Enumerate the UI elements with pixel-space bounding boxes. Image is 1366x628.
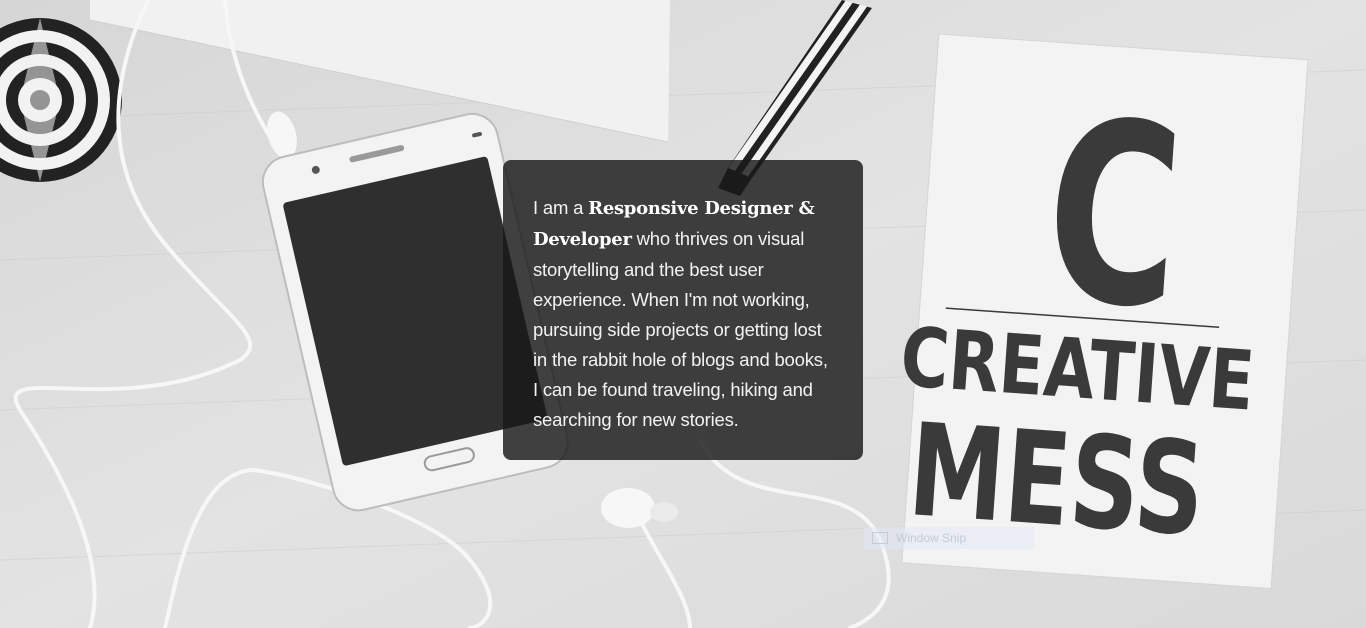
about-highlight-role: Responsive Designer & [588, 198, 815, 219]
hero-section: C CREATIVE MESS I am a Responsive Design… [0, 0, 1366, 628]
about-highlight-developer: Developer [533, 229, 632, 250]
about-intro: I am a [533, 197, 589, 218]
window-snip-label: Window Snip [896, 531, 967, 545]
about-body: who thrives on visual storytelling and t… [533, 228, 828, 430]
window-snip-overlay[interactable]: Window Snip [864, 527, 1034, 549]
about-card: I am a Responsive Designer & Developer wh… [503, 160, 863, 460]
notebook-illustration: C CREATIVE MESS [898, 33, 1309, 590]
window-snip-icon [872, 532, 888, 544]
